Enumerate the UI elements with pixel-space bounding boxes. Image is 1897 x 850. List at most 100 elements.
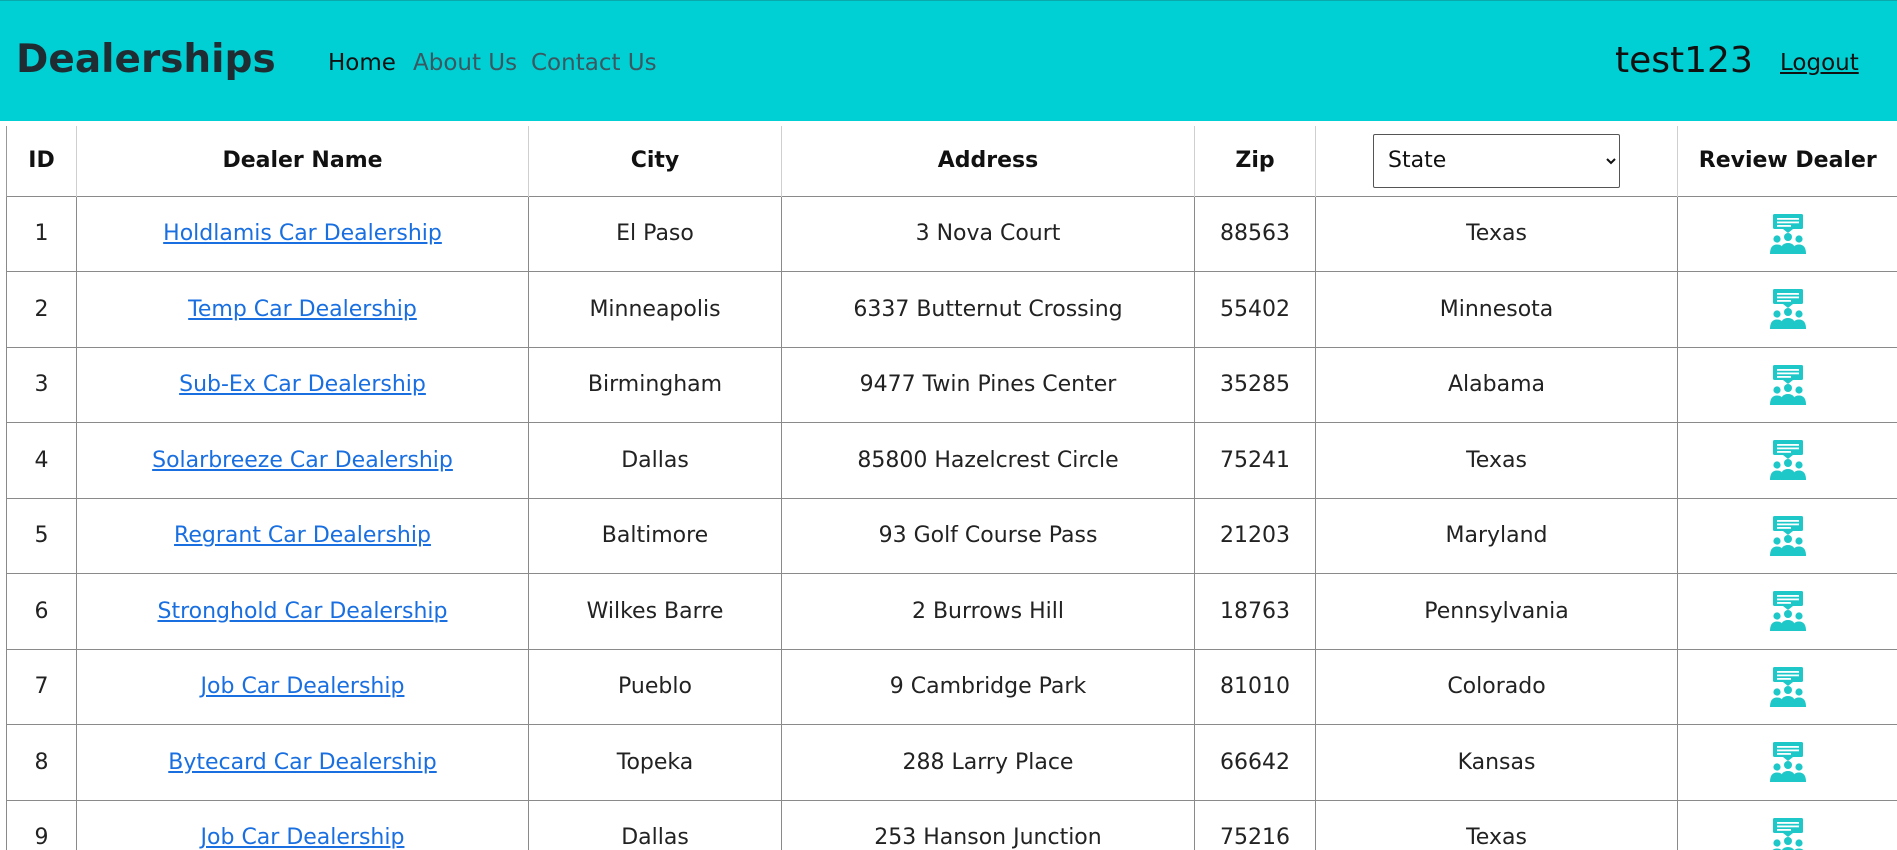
cell-review: [1677, 271, 1897, 348]
header-city: City: [528, 126, 782, 196]
header-state: State: [1315, 126, 1678, 196]
dealer-name-link[interactable]: Regrant Car Dealership: [174, 523, 431, 548]
header-zip: Zip: [1194, 126, 1316, 196]
cell-city: Baltimore: [528, 497, 782, 574]
review-dealer-icon[interactable]: [1767, 817, 1809, 850]
table-row: 1 Holdlamis Car Dealership El Paso 3 Nov…: [6, 195, 1897, 272]
brand-title: Dealerships: [16, 37, 276, 82]
header-dealer-name: Dealer Name: [76, 126, 529, 196]
logout-link[interactable]: Logout: [1780, 50, 1859, 76]
cell-address: 288 Larry Place: [781, 724, 1195, 801]
review-dealer-icon[interactable]: [1767, 439, 1809, 481]
cell-state: Texas: [1315, 195, 1678, 272]
cell-address: 9 Cambridge Park: [781, 648, 1195, 725]
header-review-dealer: Review Dealer: [1677, 126, 1897, 196]
state-filter-select[interactable]: State: [1373, 133, 1620, 188]
cell-zip: 66642: [1194, 724, 1316, 801]
cell-city: Dallas: [528, 799, 782, 850]
cell-zip: 35285: [1194, 346, 1316, 423]
cell-review: [1677, 799, 1897, 850]
cell-state: Texas: [1315, 422, 1678, 499]
header-id: ID: [6, 126, 77, 196]
cell-zip: 75216: [1194, 799, 1316, 850]
cell-state: Texas: [1315, 799, 1678, 850]
cell-review: [1677, 724, 1897, 801]
cell-state: Pennsylvania: [1315, 573, 1678, 650]
cell-dealer-name: Bytecard Car Dealership: [76, 724, 529, 801]
cell-address: 2 Burrows Hill: [781, 573, 1195, 650]
cell-city: Birmingham: [528, 346, 782, 423]
table-header-row: ID Dealer Name City Address Zip State Re…: [6, 126, 1897, 196]
cell-zip: 18763: [1194, 573, 1316, 650]
table-row: 6 Stronghold Car Dealership Wilkes Barre…: [6, 573, 1897, 650]
cell-city: Pueblo: [528, 648, 782, 725]
cell-state: Maryland: [1315, 497, 1678, 574]
dealer-name-link[interactable]: Job Car Dealership: [201, 674, 405, 699]
cell-review: [1677, 573, 1897, 650]
cell-dealer-name: Job Car Dealership: [76, 648, 529, 725]
cell-id: 7: [6, 648, 77, 725]
cell-dealer-name: Sub-Ex Car Dealership: [76, 346, 529, 423]
dealer-name-link[interactable]: Stronghold Car Dealership: [157, 599, 447, 624]
review-dealer-icon[interactable]: [1767, 666, 1809, 708]
cell-review: [1677, 497, 1897, 574]
cell-id: 2: [6, 271, 77, 348]
cell-address: 253 Hanson Junction: [781, 799, 1195, 850]
cell-review: [1677, 346, 1897, 423]
cell-review: [1677, 195, 1897, 272]
cell-dealer-name: Regrant Car Dealership: [76, 497, 529, 574]
cell-state: Kansas: [1315, 724, 1678, 801]
dealer-name-link[interactable]: Sub-Ex Car Dealership: [179, 372, 426, 397]
dealer-name-link[interactable]: Temp Car Dealership: [188, 297, 417, 322]
table-row: 8 Bytecard Car Dealership Topeka 288 Lar…: [6, 724, 1897, 801]
dealer-name-link[interactable]: Job Car Dealership: [201, 825, 405, 850]
navbar: Dealerships Home About Us Contact Us tes…: [0, 0, 1897, 121]
cell-address: 85800 Hazelcrest Circle: [781, 422, 1195, 499]
cell-review: [1677, 648, 1897, 725]
cell-city: Wilkes Barre: [528, 573, 782, 650]
cell-address: 9477 Twin Pines Center: [781, 346, 1195, 423]
cell-city: El Paso: [528, 195, 782, 272]
nav-home-link[interactable]: Home: [328, 50, 396, 76]
cell-address: 6337 Butternut Crossing: [781, 271, 1195, 348]
nav-about-link[interactable]: About Us: [413, 50, 517, 76]
cell-zip: 75241: [1194, 422, 1316, 499]
nav-contact-link[interactable]: Contact Us: [531, 50, 657, 76]
table-row: 4 Solarbreeze Car Dealership Dallas 8580…: [6, 422, 1897, 499]
cell-id: 3: [6, 346, 77, 423]
review-dealer-icon[interactable]: [1767, 590, 1809, 632]
cell-dealer-name: Job Car Dealership: [76, 799, 529, 850]
cell-zip: 88563: [1194, 195, 1316, 272]
cell-id: 9: [6, 799, 77, 850]
username-label: test123: [1615, 40, 1753, 81]
cell-address: 93 Golf Course Pass: [781, 497, 1195, 574]
table-row: 9 Job Car Dealership Dallas 253 Hanson J…: [6, 799, 1897, 850]
review-dealer-icon[interactable]: [1767, 741, 1809, 783]
header-address: Address: [781, 126, 1195, 196]
cell-id: 1: [6, 195, 77, 272]
dealer-name-link[interactable]: Holdlamis Car Dealership: [163, 221, 442, 246]
cell-state: Colorado: [1315, 648, 1678, 725]
cell-dealer-name: Stronghold Car Dealership: [76, 573, 529, 650]
cell-zip: 21203: [1194, 497, 1316, 574]
cell-id: 6: [6, 573, 77, 650]
table-row: 7 Job Car Dealership Pueblo 9 Cambridge …: [6, 648, 1897, 725]
cell-review: [1677, 422, 1897, 499]
review-dealer-icon[interactable]: [1767, 364, 1809, 406]
cell-dealer-name: Holdlamis Car Dealership: [76, 195, 529, 272]
dealers-table: ID Dealer Name City Address Zip State Re…: [6, 126, 1897, 850]
dealers-table-container: ID Dealer Name City Address Zip State Re…: [6, 126, 1897, 850]
cell-dealer-name: Solarbreeze Car Dealership: [76, 422, 529, 499]
dealer-name-link[interactable]: Bytecard Car Dealership: [168, 750, 436, 775]
cell-zip: 55402: [1194, 271, 1316, 348]
cell-state: Minnesota: [1315, 271, 1678, 348]
review-dealer-icon[interactable]: [1767, 288, 1809, 330]
table-row: 3 Sub-Ex Car Dealership Birmingham 9477 …: [6, 346, 1897, 423]
table-row: 2 Temp Car Dealership Minneapolis 6337 B…: [6, 271, 1897, 348]
dealer-name-link[interactable]: Solarbreeze Car Dealership: [152, 448, 453, 473]
cell-dealer-name: Temp Car Dealership: [76, 271, 529, 348]
cell-zip: 81010: [1194, 648, 1316, 725]
cell-id: 5: [6, 497, 77, 574]
review-dealer-icon[interactable]: [1767, 213, 1809, 255]
review-dealer-icon[interactable]: [1767, 515, 1809, 557]
